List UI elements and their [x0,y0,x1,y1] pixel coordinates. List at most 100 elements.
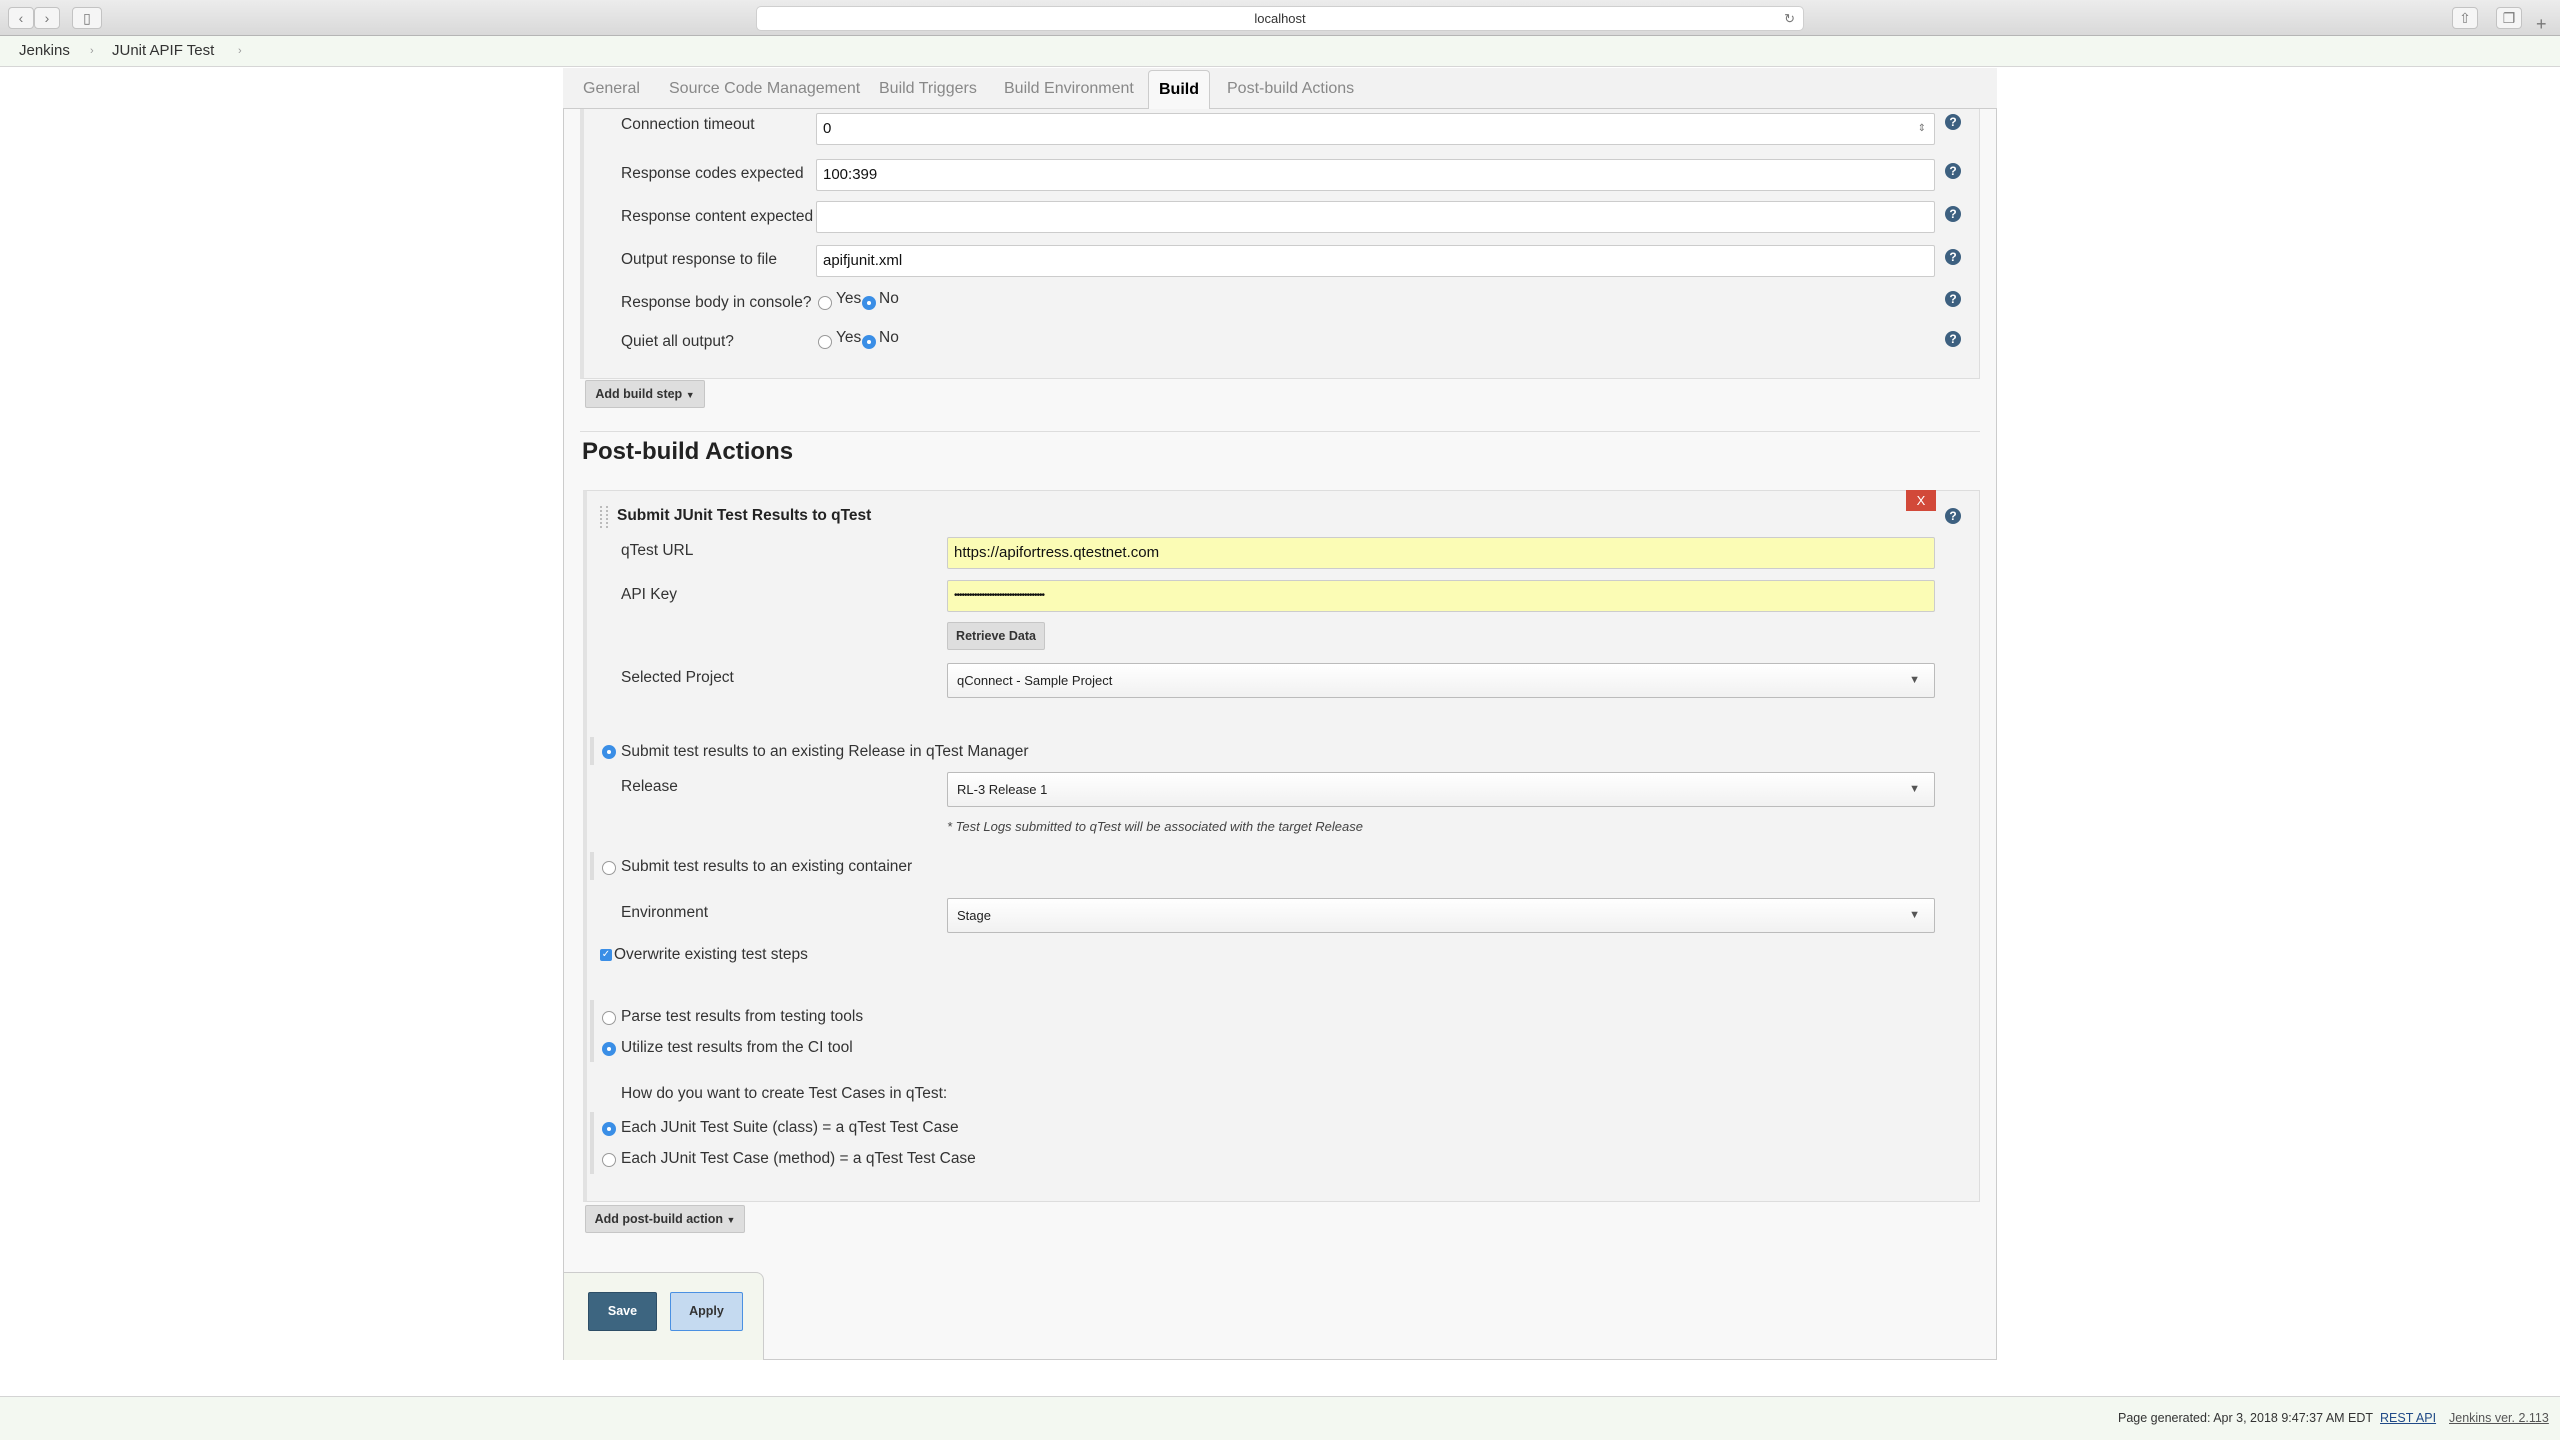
option-bar [590,852,594,880]
response-codes-input[interactable]: 100:399 [816,159,1935,191]
no-label: No [879,290,899,307]
back-button[interactable]: ‹ [8,7,34,29]
help-icon[interactable]: ? [1945,508,1961,524]
connection-timeout-label: Connection timeout [621,116,755,133]
utilize-option-label: Utilize test results from the CI tool [621,1039,853,1056]
release-label: Release [621,778,678,795]
utilize-radio[interactable] [602,1042,616,1056]
case-radio[interactable] [602,1153,616,1167]
option-bar [590,1112,594,1174]
selected-project-label: Selected Project [621,669,734,686]
no-label: No [879,329,899,346]
suite-option-label: Each JUnit Test Suite (class) = a qTest … [621,1119,959,1136]
response-content-label: Response content expected [621,208,814,225]
save-button[interactable]: Save [588,1292,657,1331]
chevron-down-icon: ▼ [1909,783,1920,795]
tab-general[interactable]: General [583,80,640,98]
footer: Page generated: Apr 3, 2018 9:47:37 AM E… [0,1396,2560,1440]
add-post-build-action-label: Add post-build action [594,1212,724,1226]
new-tab-icon[interactable]: + [2536,14,2547,35]
project-select[interactable]: qConnect - Sample Project ▼ [947,663,1935,698]
release-option-label: Submit test results to an existing Relea… [621,743,1029,760]
add-build-step-button[interactable]: Add build step ▼ [585,380,705,408]
release-value: RL-3 Release 1 [957,782,1048,797]
help-icon[interactable]: ? [1945,114,1961,130]
tab-build[interactable]: Build [1148,70,1210,110]
option-bar [590,1000,594,1062]
response-content-input[interactable] [816,201,1935,233]
container-option-label: Submit test results to an existing conta… [621,858,913,875]
container-radio[interactable] [602,861,616,875]
reload-icon[interactable]: ↻ [1784,7,1795,31]
sidebar-toggle-icon[interactable]: ▯ [72,7,102,29]
release-radio[interactable] [602,745,616,759]
dropdown-caret-icon: ▼ [685,390,695,400]
response-body-yes-radio[interactable] [818,296,832,310]
parse-radio[interactable] [602,1011,616,1025]
step-title: Submit JUnit Test Results to qTest [617,507,872,524]
build-step-section [580,109,1980,379]
help-icon[interactable]: ? [1945,331,1961,347]
connection-timeout-input[interactable]: 0 ⇕ [816,113,1935,145]
response-body-label: Response body in console? [621,294,812,311]
breadcrumb: Jenkins › JUnit APIF Test › [0,36,2560,67]
yes-label: Yes [836,290,862,307]
chevron-down-icon: ▼ [1909,674,1920,686]
response-body-no-radio[interactable] [862,296,876,310]
how-create-label: How do you want to create Test Cases in … [621,1085,948,1102]
chevron-down-icon: ▼ [1909,909,1920,921]
qtest-url-input[interactable]: https://apifortress.qtestnet.com [947,537,1935,569]
quiet-output-yes-radio[interactable] [818,335,832,349]
output-file-input[interactable]: apifjunit.xml [816,245,1935,277]
tab-post-build-actions[interactable]: Post-build Actions [1227,80,1354,98]
tab-build-triggers[interactable]: Build Triggers [879,80,977,98]
add-post-build-action-button[interactable]: Add post-build action ▼ [585,1205,745,1233]
help-icon[interactable]: ? [1945,291,1961,307]
address-bar[interactable]: localhost ↻ [756,6,1804,31]
drag-handle-icon[interactable] [600,506,608,528]
qtest-url-label: qTest URL [621,542,694,559]
help-icon[interactable]: ? [1945,249,1961,265]
yes-label: Yes [836,329,862,346]
share-icon[interactable]: ⇧ [2452,7,2478,29]
api-key-label: API Key [621,586,677,603]
case-option-label: Each JUnit Test Case (method) = a qTest … [621,1150,976,1167]
quiet-output-no-radio[interactable] [862,335,876,349]
overwrite-label: Overwrite existing test steps [614,946,808,963]
release-select[interactable]: RL-3 Release 1 ▼ [947,772,1935,807]
breadcrumb-separator-icon: › [90,45,94,57]
stepper-icon[interactable]: ⇕ [1918,114,1926,144]
environment-select[interactable]: Stage ▼ [947,898,1935,933]
post-build-heading: Post-build Actions [582,438,794,465]
help-icon[interactable]: ? [1945,206,1961,222]
rest-api-link[interactable]: REST API [2380,1397,2436,1439]
help-icon[interactable]: ? [1945,163,1961,179]
overwrite-checkbox[interactable]: ✓ [600,949,612,961]
tab-build-environment[interactable]: Build Environment [1004,80,1134,98]
forward-button[interactable]: › [34,7,60,29]
divider [580,431,1980,432]
project-value: qConnect - Sample Project [957,673,1113,688]
apply-button[interactable]: Apply [670,1292,743,1331]
tabs-icon[interactable]: ❐ [2496,7,2522,29]
url-text: localhost [1254,11,1306,26]
release-note: * Test Logs submitted to qTest will be a… [947,819,1363,834]
tab-source-code-management[interactable]: Source Code Management [669,80,860,98]
option-bar [590,737,594,765]
response-codes-label: Response codes expected [621,165,804,182]
api-key-input[interactable]: •••••••••••••••••••••••••••••••••••• [947,580,1935,612]
browser-toolbar: ‹ › ▯ localhost ↻ ⇧ ❐ + [0,0,2560,36]
delete-step-button[interactable]: X [1906,490,1936,511]
connection-timeout-value: 0 [823,120,832,137]
add-build-step-label: Add build step [595,387,683,401]
breadcrumb-jenkins[interactable]: Jenkins [19,36,70,66]
dropdown-caret-icon: ▼ [726,1215,736,1225]
parse-option-label: Parse test results from testing tools [621,1008,864,1025]
suite-radio[interactable] [602,1122,616,1136]
breadcrumb-job[interactable]: JUnit APIF Test [112,36,214,66]
page-generated-text: Page generated: Apr 3, 2018 9:47:37 AM E… [2118,1411,2374,1425]
retrieve-data-button[interactable]: Retrieve Data [947,622,1045,650]
breadcrumb-separator-icon[interactable]: › [238,36,242,66]
output-file-label: Output response to file [621,251,777,268]
jenkins-version-link[interactable]: Jenkins ver. 2.113 [2449,1397,2549,1439]
